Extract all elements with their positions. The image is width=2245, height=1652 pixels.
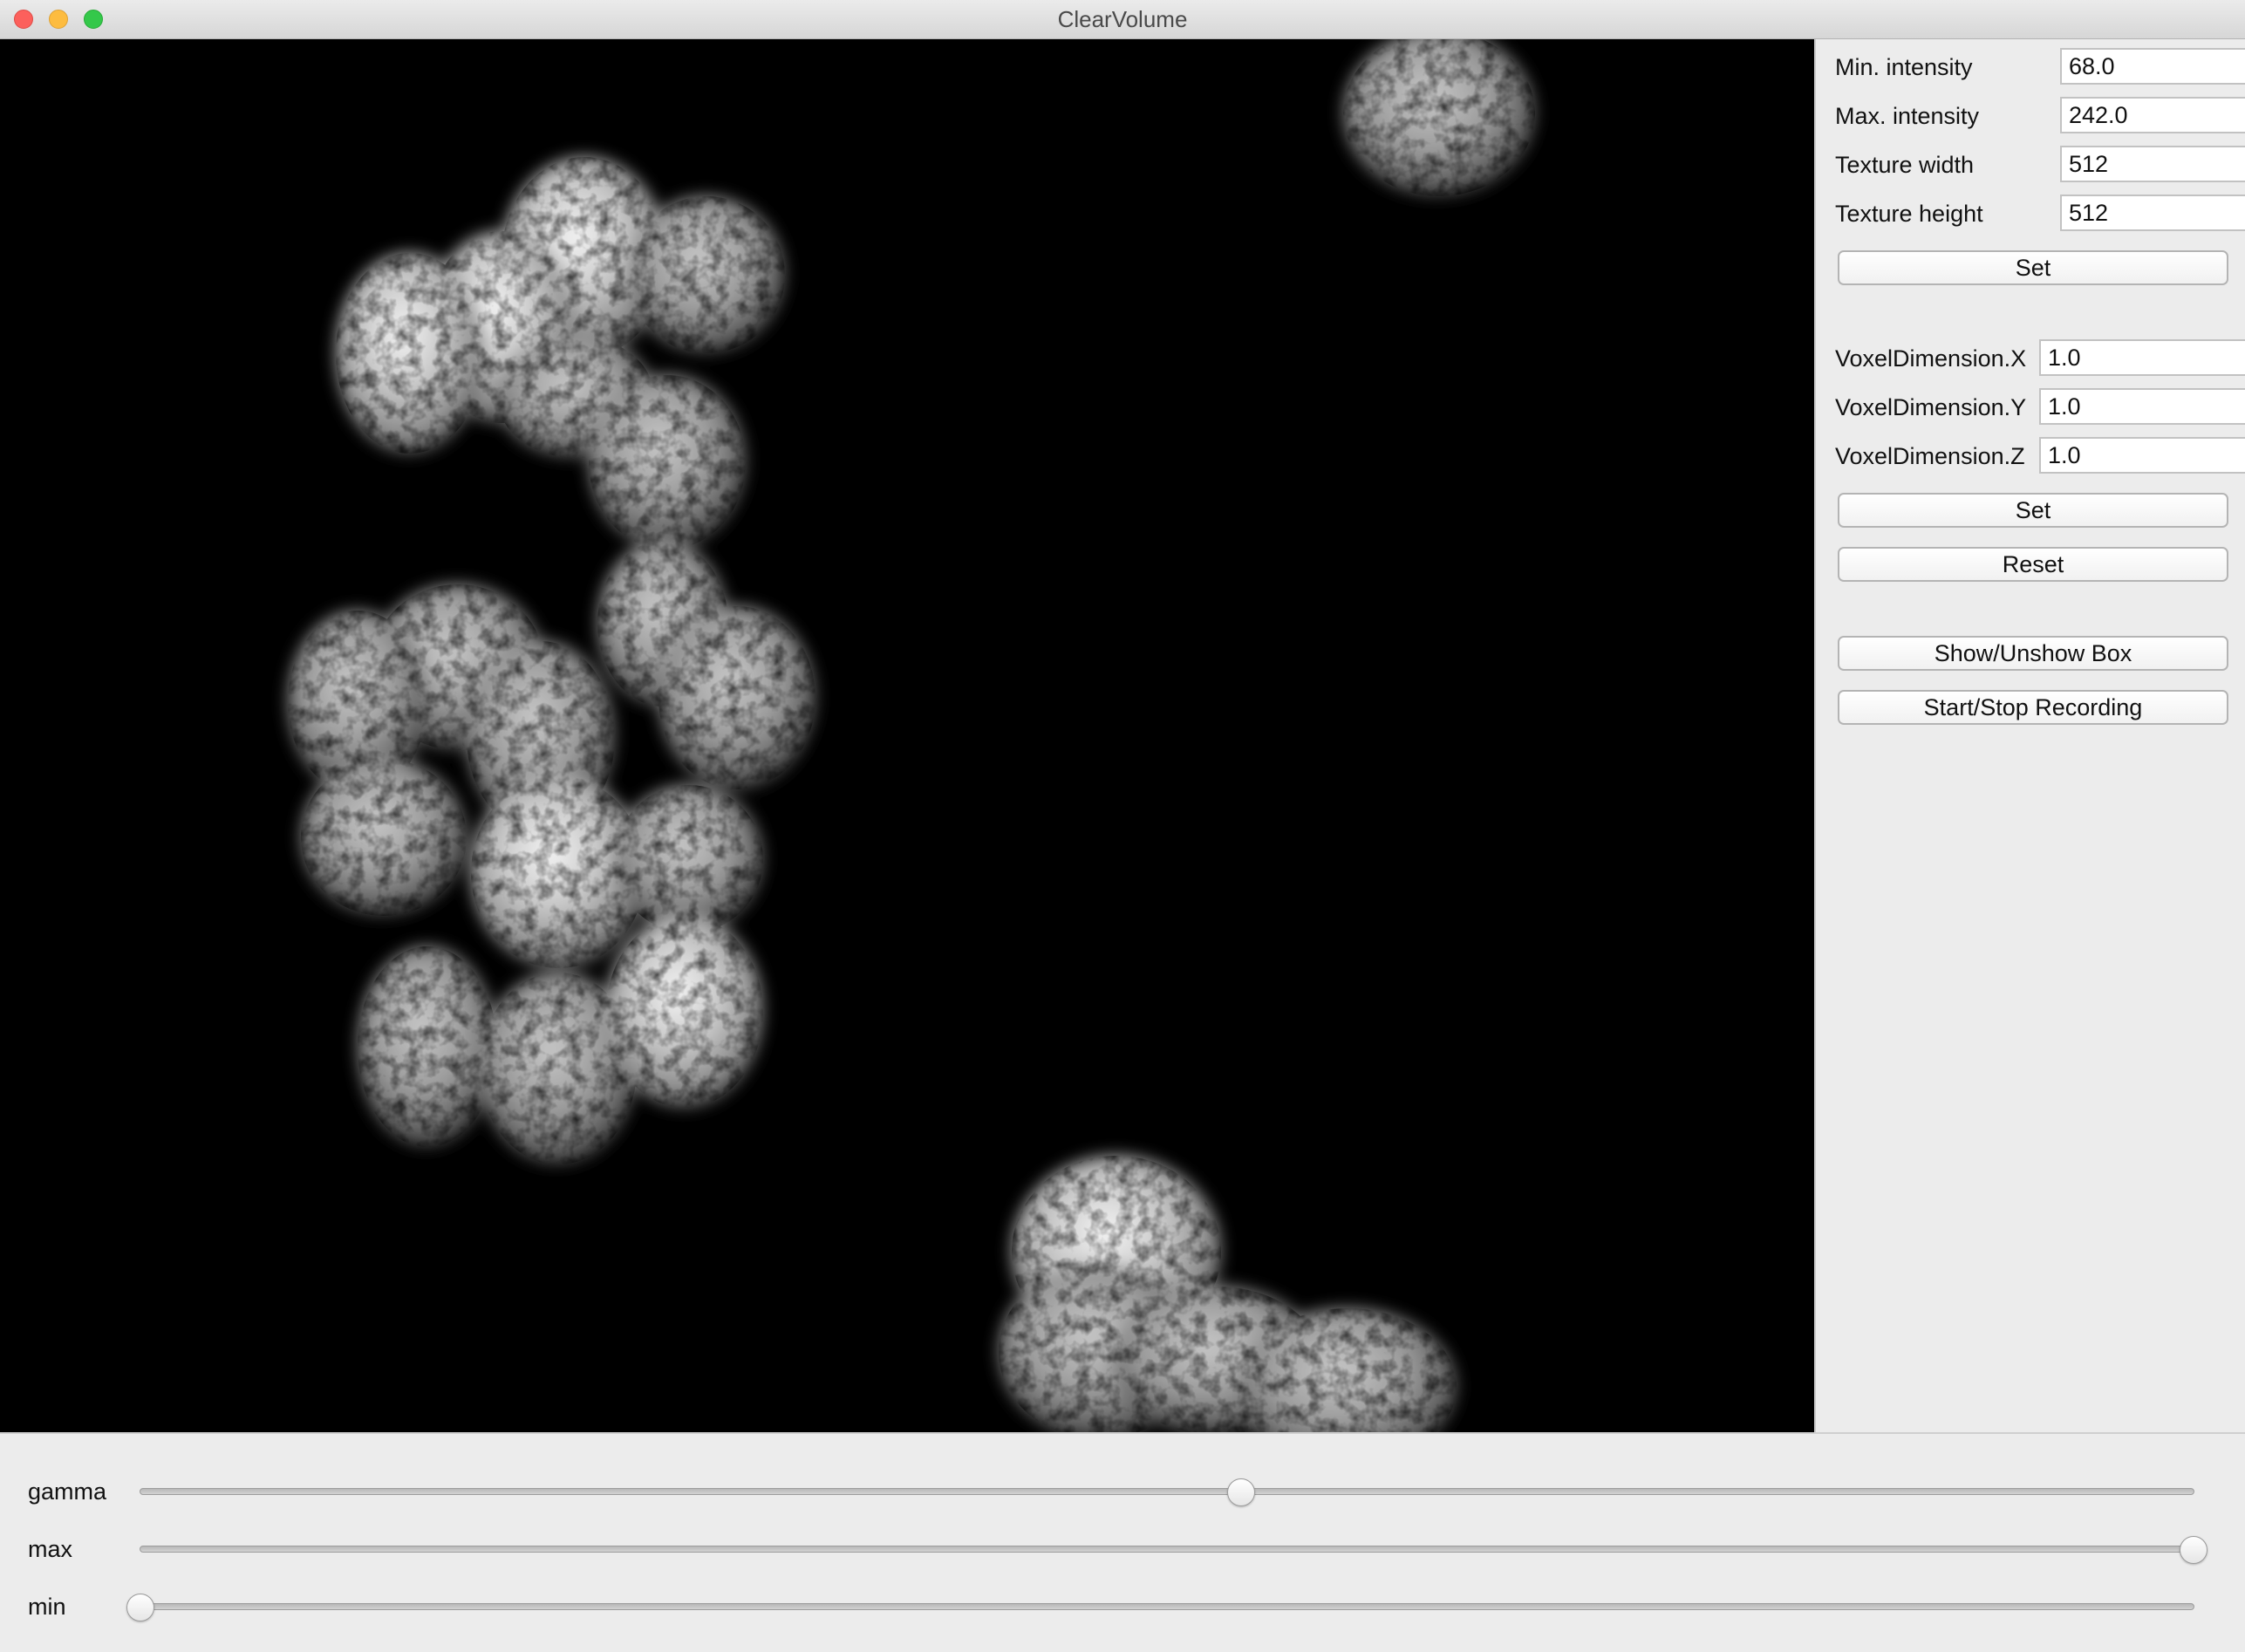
min-slider[interactable] bbox=[126, 1594, 2194, 1621]
texture-width-field[interactable]: 512 bbox=[2060, 146, 2245, 182]
texture-width-label: Texture width bbox=[1835, 152, 1975, 178]
gamma-slider-thumb[interactable] bbox=[1226, 1478, 1255, 1506]
start-stop-recording-button[interactable]: Start/Stop Recording bbox=[1838, 690, 2228, 725]
min-label: min bbox=[28, 1594, 66, 1620]
texture-height-label: Texture height bbox=[1835, 201, 1983, 227]
max-intensity-row: Max. intensity 242.0 bbox=[1835, 97, 2245, 135]
gamma-label: gamma bbox=[28, 1478, 107, 1505]
show-unshow-box-button[interactable]: Show/Unshow Box bbox=[1838, 636, 2228, 671]
max-slider-row: max bbox=[0, 1530, 2245, 1568]
set-voxel-button[interactable]: Set bbox=[1838, 493, 2228, 528]
max-intensity-field[interactable]: 242.0 bbox=[2060, 97, 2245, 133]
render-viewport[interactable] bbox=[0, 39, 1814, 1432]
voxel-z-label: VoxelDimension.Z bbox=[1835, 443, 2025, 469]
texture-height-field[interactable]: 512 bbox=[2060, 195, 2245, 231]
max-label: max bbox=[28, 1536, 73, 1562]
app-window: ClearVolume Min. intensity 68.0 Max. int… bbox=[0, 0, 2245, 1652]
title-bar[interactable]: ClearVolume bbox=[0, 0, 2245, 39]
voxel-y-label: VoxelDimension.Y bbox=[1835, 394, 2027, 420]
gamma-slider[interactable] bbox=[140, 1478, 2194, 1506]
voxel-y-row: VoxelDimension.Y 1.0 bbox=[1835, 388, 2245, 427]
max-slider[interactable] bbox=[140, 1536, 2207, 1564]
settings-panel: Min. intensity 68.0 Max. intensity 242.0… bbox=[1814, 39, 2245, 1432]
voxel-x-row: VoxelDimension.X 1.0 bbox=[1835, 339, 2245, 378]
voxel-y-field[interactable]: 1.0 bbox=[2039, 388, 2245, 425]
min-intensity-field[interactable]: 68.0 bbox=[2060, 48, 2245, 85]
max-intensity-label: Max. intensity bbox=[1835, 103, 1980, 129]
min-intensity-label: Min. intensity bbox=[1835, 54, 1973, 80]
gamma-slider-row: gamma bbox=[0, 1472, 2245, 1511]
set-texture-button[interactable]: Set bbox=[1838, 250, 2228, 285]
min-intensity-row: Min. intensity 68.0 bbox=[1835, 48, 2245, 86]
min-slider-thumb[interactable] bbox=[126, 1594, 154, 1621]
slider-panel: gamma max min bbox=[0, 1432, 2245, 1652]
voxel-x-field[interactable]: 1.0 bbox=[2039, 339, 2245, 376]
volume-render-image bbox=[0, 39, 1814, 1432]
voxel-x-label: VoxelDimension.X bbox=[1835, 345, 2027, 372]
max-slider-thumb[interactable] bbox=[2180, 1536, 2207, 1564]
texture-height-row: Texture height 512 bbox=[1835, 195, 2245, 233]
reset-button[interactable]: Reset bbox=[1838, 547, 2228, 582]
voxel-z-field[interactable]: 1.0 bbox=[2039, 437, 2245, 474]
min-slider-row: min bbox=[0, 1587, 2245, 1626]
texture-width-row: Texture width 512 bbox=[1835, 146, 2245, 184]
voxel-z-row: VoxelDimension.Z 1.0 bbox=[1835, 437, 2245, 475]
window-title: ClearVolume bbox=[1057, 6, 1188, 32]
